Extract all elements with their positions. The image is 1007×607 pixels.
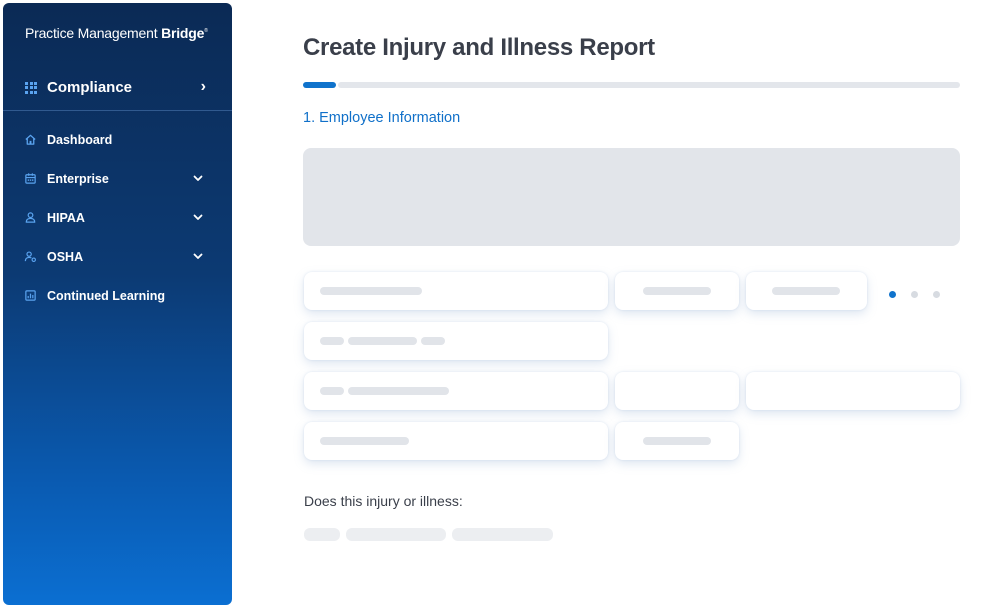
brand-registered-mark: ® (204, 28, 208, 34)
sidebar-item-label: Enterprise (47, 171, 109, 186)
form-field-placeholder[interactable] (304, 272, 608, 310)
skeleton-bar (320, 337, 344, 345)
form-field-placeholder[interactable] (746, 372, 960, 410)
sidebar-item-dashboard[interactable]: Dashboard (3, 120, 232, 159)
skeleton-bar (421, 337, 445, 345)
skeleton-bar (320, 437, 409, 445)
home-icon (23, 133, 37, 147)
grid-icon (25, 81, 37, 94)
answer-option-placeholder[interactable] (346, 528, 446, 541)
chevron-down-icon[interactable] (192, 211, 204, 223)
carousel-dot[interactable] (911, 291, 918, 298)
answer-option-placeholder[interactable] (452, 528, 553, 541)
form-field-placeholder[interactable] (304, 372, 608, 410)
calendar-icon (23, 172, 37, 186)
info-banner-placeholder (303, 148, 960, 246)
skeleton-bar (643, 287, 711, 295)
chevron-down-icon[interactable] (192, 172, 204, 184)
skeleton-bar (772, 287, 840, 295)
brand-name-regular: Practice Management (25, 25, 162, 41)
progress-track (338, 82, 960, 88)
sidebar-item-label: OSHA (47, 249, 84, 264)
sidebar-item-label: Dashboard (47, 132, 113, 147)
injury-question-label: Does this injury or illness: (304, 493, 463, 509)
sidebar-item-hipaa[interactable]: HIPAA (3, 198, 232, 237)
skeleton-bar (348, 387, 449, 395)
progress-fill (303, 82, 336, 88)
form-field-placeholder[interactable] (615, 422, 739, 460)
carousel-dots (889, 291, 940, 298)
sidebar-item-continued-learning[interactable]: Continued Learning (3, 276, 232, 315)
form-field-placeholder[interactable] (746, 272, 867, 310)
sidebar-item-enterprise[interactable]: Enterprise (3, 159, 232, 198)
form-field-placeholder[interactable] (615, 372, 739, 410)
carousel-dot[interactable] (933, 291, 940, 298)
skeleton-bar (320, 287, 422, 295)
module-label: Compliance (47, 79, 133, 96)
sidebar: Practice Management Bridge® Compliance ›… (3, 3, 232, 605)
module-switcher-compliance[interactable]: Compliance › (3, 65, 232, 111)
skeleton-bar (348, 337, 417, 345)
brand-logo: Practice Management Bridge® (25, 25, 208, 41)
user-icon (23, 211, 37, 225)
page-title: Create Injury and Illness Report (303, 34, 655, 61)
sidebar-item-label: HIPAA (47, 210, 85, 225)
answer-option-placeholder[interactable] (304, 528, 340, 541)
sidebar-item-label: Continued Learning (47, 288, 166, 303)
sidebar-nav: Dashboard Enterprise HIPAA OSHA Continue… (3, 120, 232, 315)
sidebar-item-osha[interactable]: OSHA (3, 237, 232, 276)
section-title: 1. Employee Information (303, 110, 461, 126)
form-field-placeholder[interactable] (615, 272, 739, 310)
chevron-right-icon: › (200, 78, 206, 95)
form-field-placeholder[interactable] (304, 422, 608, 460)
carousel-dot[interactable] (889, 291, 896, 298)
skeleton-bar (320, 387, 344, 395)
form-field-placeholder[interactable] (304, 322, 608, 360)
user-gear-icon (23, 250, 37, 264)
chevron-down-icon[interactable] (192, 250, 204, 262)
skeleton-bar (643, 437, 711, 445)
brand-name-bold: Bridge (161, 25, 205, 41)
chart-icon (23, 289, 37, 303)
